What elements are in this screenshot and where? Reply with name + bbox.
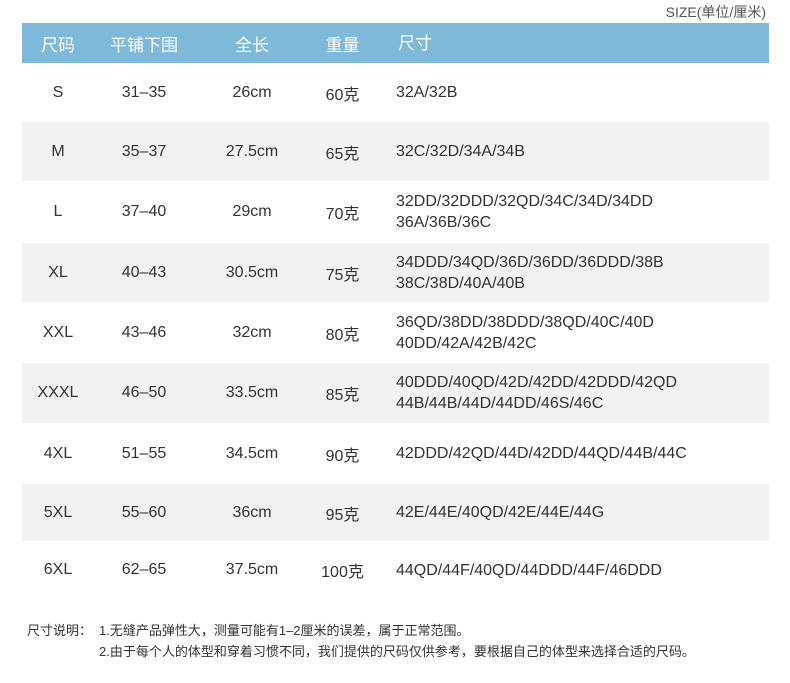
cell-fit-line1: 44QD/44F/40QD/44DDD/44F/46DDD bbox=[396, 561, 662, 579]
note-line-1: 尺寸说明： 1.无缝产品弹性大，测量可能有1–2厘米的误差，属于正常范围。 bbox=[27, 620, 695, 641]
cell-fit: 44QD/44F/40QD/44DDD/44F/46DDD bbox=[375, 560, 769, 581]
cell-band: 43–46 bbox=[121, 323, 167, 341]
cell-weight: 75克 bbox=[325, 266, 360, 284]
table-row: L 37–40 29cm 70克 32DD/32DDD/32QD/34C/34D… bbox=[22, 181, 769, 243]
cell-length: 26cm bbox=[232, 83, 272, 101]
cell-fit: 32DD/32DDD/32QD/34C/34D/34DD 36A/36B/36C bbox=[375, 191, 769, 233]
cell-weight: 80克 bbox=[325, 326, 360, 344]
cell-length: 27.5cm bbox=[225, 142, 279, 160]
cell-length: 32cm bbox=[232, 323, 272, 341]
cell-fit: 36QD/38DD/38DDD/38QD/40C/40D 40DD/42A/42… bbox=[375, 312, 769, 354]
notes-label-spacer bbox=[27, 641, 99, 662]
cell-weight: 90克 bbox=[325, 447, 360, 465]
cell-length: 36cm bbox=[232, 503, 272, 521]
table-header: 尺码 平铺下围 全长 重量 尺寸 bbox=[22, 23, 769, 63]
cell-size: 6XL bbox=[43, 561, 73, 578]
table-row: XL 40–43 30.5cm 75克 34DDD/34QD/36D/36DD/… bbox=[22, 243, 769, 302]
cell-fit: 34DDD/34QD/36D/36DD/36DDD/38B 38C/38D/40… bbox=[375, 252, 769, 294]
cell-length: 29cm bbox=[232, 203, 272, 220]
cell-fit-line2: 44B/44B/44D/44DD/46S/46C bbox=[396, 395, 604, 412]
cell-length: 34.5cm bbox=[225, 444, 279, 462]
cell-size: XXL bbox=[42, 323, 74, 341]
note-line-2: 2.由于每个人的体型和穿着习惯不同，我们提供的尺码仅供参考，要根据自己的体型来选… bbox=[27, 641, 695, 662]
table-row: 4XL 51–55 34.5cm 90克 42DDD/42QD/44D/42DD… bbox=[22, 423, 769, 484]
cell-fit-line2: 36A/36B/36C bbox=[396, 214, 492, 231]
cell-fit: 42E/44E/40QD/42E/44E/44G bbox=[375, 502, 769, 523]
cell-fit-line2: 38C/38D/40A/40B bbox=[396, 274, 525, 292]
header-size: 尺码 bbox=[41, 35, 75, 55]
cell-weight: 70克 bbox=[325, 206, 360, 223]
cell-band: 37–40 bbox=[121, 203, 167, 220]
cell-weight: 95克 bbox=[325, 506, 360, 524]
cell-fit-line1: 42DDD/42QD/44D/42DD/44QD/44B/44C bbox=[396, 445, 687, 462]
header-weight: 重量 bbox=[325, 35, 360, 55]
header-fit: 尺寸 bbox=[398, 33, 432, 53]
note-text-2: 2.由于每个人的体型和穿着习惯不同，我们提供的尺码仅供参考，要根据自己的体型来选… bbox=[99, 644, 695, 659]
note-text-1: 1.无缝产品弹性大，测量可能有1–2厘米的误差，属于正常范围。 bbox=[99, 623, 470, 638]
size-notes: 尺寸说明： 1.无缝产品弹性大，测量可能有1–2厘米的误差，属于正常范围。 2.… bbox=[27, 620, 695, 662]
cell-fit-line1: 34DDD/34QD/36D/36DD/36DDD/38B bbox=[396, 253, 664, 271]
cell-size: 5XL bbox=[43, 503, 73, 521]
cell-weight: 60克 bbox=[325, 86, 360, 104]
cell-size: L bbox=[53, 203, 63, 220]
cell-size: XL bbox=[48, 263, 68, 281]
cell-length: 37.5cm bbox=[225, 561, 279, 578]
cell-fit-line1: 36QD/38DD/38DDD/38QD/40C/40D bbox=[396, 313, 654, 331]
cell-length: 30.5cm bbox=[225, 263, 279, 281]
cell-fit-line1: 40DDD/40QD/42D/42DD/42DDD/42QD bbox=[396, 374, 677, 391]
cell-weight: 85克 bbox=[325, 387, 360, 404]
cell-fit-line1: 32C/32D/34A/34B bbox=[396, 143, 525, 160]
cell-band: 46–50 bbox=[121, 384, 167, 401]
header-band: 平铺下围 bbox=[110, 35, 178, 55]
cell-fit: 32C/32D/34A/34B bbox=[375, 141, 769, 162]
size-chart-table: 尺码 平铺下围 全长 重量 尺寸 S 31–35 26cm 60克 32A/32… bbox=[22, 23, 769, 599]
cell-size: 4XL bbox=[43, 444, 73, 462]
table-row: 6XL 62–65 37.5cm 100克 44QD/44F/40QD/44DD… bbox=[22, 541, 769, 599]
cell-fit-line2: 40DD/42A/42B/42C bbox=[396, 334, 537, 352]
cell-fit-line1: 32DD/32DDD/32QD/34C/34D/34DD bbox=[396, 193, 653, 210]
cell-band: 40–43 bbox=[121, 263, 167, 281]
table-row: M 35–37 27.5cm 65克 32C/32D/34A/34B bbox=[22, 122, 769, 181]
table-row: XXXL 46–50 33.5cm 85克 40DDD/40QD/42D/42D… bbox=[22, 363, 769, 423]
cell-fit: 42DDD/42QD/44D/42DD/44QD/44B/44C bbox=[375, 443, 769, 464]
cell-band: 62–65 bbox=[121, 561, 167, 578]
cell-length: 33.5cm bbox=[225, 384, 279, 401]
cell-fit: 40DDD/40QD/42D/42DD/42DDD/42QD 44B/44B/4… bbox=[375, 372, 769, 414]
cell-size: S bbox=[52, 83, 64, 101]
notes-label: 尺寸说明： bbox=[27, 623, 93, 638]
cell-weight: 100克 bbox=[321, 564, 364, 581]
cell-band: 35–37 bbox=[121, 142, 167, 160]
size-unit-label: SIZE(单位/厘米) bbox=[665, 4, 766, 20]
cell-fit-line1: 42E/44E/40QD/42E/44E/44G bbox=[396, 504, 605, 521]
cell-band: 51–55 bbox=[121, 444, 167, 462]
table-row: 5XL 55–60 36cm 95克 42E/44E/40QD/42E/44E/… bbox=[22, 484, 769, 541]
cell-weight: 65克 bbox=[325, 145, 360, 163]
cell-fit: 32A/32B bbox=[375, 82, 769, 103]
cell-band: 31–35 bbox=[121, 83, 167, 101]
table-row: S 31–35 26cm 60克 32A/32B bbox=[22, 63, 769, 122]
cell-fit-line1: 32A/32B bbox=[396, 84, 458, 101]
cell-size: XXXL bbox=[37, 384, 79, 401]
cell-band: 55–60 bbox=[121, 503, 167, 521]
cell-size: M bbox=[51, 142, 65, 160]
header-length: 全长 bbox=[235, 35, 269, 55]
table-row: XXL 43–46 32cm 80克 36QD/38DD/38DDD/38QD/… bbox=[22, 302, 769, 363]
